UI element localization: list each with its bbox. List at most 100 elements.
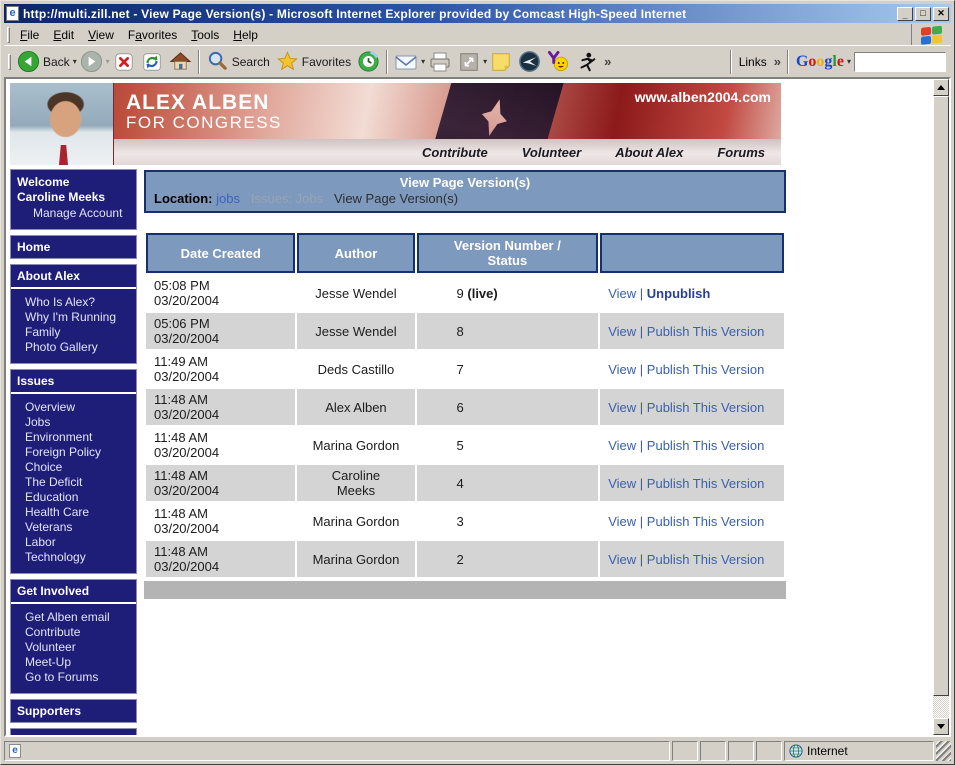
google-logo[interactable]: Google: [796, 53, 844, 71]
print-button[interactable]: [425, 49, 455, 75]
column-header-date-created: Date Created: [146, 233, 295, 273]
action-link-view[interactable]: View: [608, 362, 636, 377]
banner-nav-about-alex[interactable]: About Alex: [615, 145, 683, 160]
status-message-pane: e: [4, 741, 670, 761]
action-link-view[interactable]: View: [608, 476, 636, 491]
sidebar-item-contribute[interactable]: Contribute: [25, 625, 132, 640]
minimize-button[interactable]: _: [897, 7, 913, 21]
scrollbar-thumb[interactable]: [933, 96, 949, 696]
sidebar-item-overview[interactable]: Overview: [25, 400, 132, 415]
toolbar-overflow-chevron[interactable]: »: [601, 54, 614, 69]
sidebar-item-photo-gallery[interactable]: Photo Gallery: [25, 340, 132, 355]
toolbar-grip[interactable]: [7, 27, 10, 43]
vertical-scrollbar[interactable]: [933, 79, 949, 735]
sidebar-item-family[interactable]: Family: [25, 325, 132, 340]
action-link-publish-this-version[interactable]: Publish This Version: [647, 362, 765, 377]
links-overflow-chevron[interactable]: »: [771, 54, 784, 69]
sidebar-item-labor[interactable]: Labor: [25, 535, 132, 550]
sidebar-item-health-care[interactable]: Health Care: [25, 505, 132, 520]
sidebar-header-get-involved[interactable]: Get Involved: [11, 580, 136, 602]
sidebar-header-about-alex[interactable]: About Alex: [11, 265, 136, 287]
sidebar-header-supporters[interactable]: Supporters: [11, 700, 136, 722]
refresh-button[interactable]: [138, 49, 166, 75]
sidebar-item-volunteer[interactable]: Volunteer: [25, 640, 132, 655]
sidebar-item-choice[interactable]: Choice: [25, 460, 132, 475]
column-header-version-number-status: Version Number / Status: [417, 233, 599, 273]
home-button[interactable]: [166, 48, 195, 75]
action-link-publish-this-version[interactable]: Publish This Version: [647, 476, 765, 491]
scroll-up-button[interactable]: [933, 79, 949, 96]
main-content: View Page Version(s) Location: jobs : Is…: [144, 169, 786, 599]
sidebar-header-press-room[interactable]: Press Room: [11, 729, 136, 735]
favorites-button[interactable]: Favorites: [273, 48, 354, 75]
action-link-publish-this-version[interactable]: Publish This Version: [647, 438, 765, 453]
sidebar-item-meet-up[interactable]: Meet-Up: [25, 655, 132, 670]
banner-nav-contribute[interactable]: Contribute: [422, 145, 488, 160]
sidebar-item-jobs[interactable]: Jobs: [25, 415, 132, 430]
google-dropdown[interactable]: ▾: [847, 57, 851, 66]
yahoo-messenger-button[interactable]: [544, 48, 573, 75]
banner-nav-forums[interactable]: Forums: [717, 145, 765, 160]
sidebar-item-the-deficit[interactable]: The Deficit: [25, 475, 132, 490]
status-pane: [728, 741, 754, 761]
menu-view[interactable]: View: [81, 26, 121, 44]
action-link-publish-this-version[interactable]: Publish This Version: [647, 514, 765, 529]
action-link-unpublish[interactable]: Unpublish: [647, 286, 711, 301]
back-icon: [17, 50, 40, 73]
table-row: 11:48 AM 03/20/2004Marina Gordon5View | …: [146, 427, 784, 463]
cell-date-created: 11:48 AM 03/20/2004: [146, 541, 295, 577]
sidebar-item-go-to-forums[interactable]: Go to Forums: [25, 670, 132, 685]
breadcrumb-label: Location:: [154, 191, 213, 206]
notes-button[interactable]: [487, 49, 515, 75]
sidebar-item-environment[interactable]: Environment: [25, 430, 132, 445]
breadcrumb-link-jobs[interactable]: jobs: [216, 191, 240, 206]
breadcrumb-current: View Page Version(s): [334, 191, 458, 206]
sidebar-item-education[interactable]: Education: [25, 490, 132, 505]
sidebar-item-why-i-m-running[interactable]: Why I'm Running: [25, 310, 132, 325]
table-row: 11:48 AM 03/20/2004Alex Alben6View | Pub…: [146, 389, 784, 425]
action-link-view[interactable]: View: [608, 552, 636, 567]
action-link-view[interactable]: View: [608, 438, 636, 453]
resize-grip[interactable]: [936, 741, 951, 761]
toolbar-grip-2[interactable]: [8, 54, 11, 70]
back-button[interactable]: Back: [14, 48, 73, 75]
menu-file[interactable]: File: [13, 26, 46, 44]
menu-favorites[interactable]: Favorites: [121, 26, 184, 44]
refresh-icon: [141, 51, 163, 73]
action-link-view[interactable]: View: [608, 514, 636, 529]
maximize-button[interactable]: □: [915, 7, 931, 21]
sidebar-header-issues[interactable]: Issues: [11, 370, 136, 392]
sidebar-header-home[interactable]: Home: [11, 236, 136, 258]
menu-help[interactable]: Help: [226, 26, 265, 44]
forward-button[interactable]: [77, 48, 106, 75]
menu-edit[interactable]: Edit: [46, 26, 81, 44]
sidebar-item-get-alben-email[interactable]: Get Alben email: [25, 610, 132, 625]
banner-nav-volunteer[interactable]: Volunteer: [522, 145, 581, 160]
action-link-publish-this-version[interactable]: Publish This Version: [647, 400, 765, 415]
action-link-publish-this-version[interactable]: Publish This Version: [647, 324, 765, 339]
forward-icon: [80, 50, 103, 73]
manage-account-link[interactable]: Manage Account: [17, 205, 130, 221]
action-link-view[interactable]: View: [608, 324, 636, 339]
action-link-view[interactable]: View: [608, 400, 636, 415]
google-search-input[interactable]: [854, 52, 946, 72]
edit-button[interactable]: [455, 49, 483, 75]
sidebar-section-press-room: Press RoomNews ArticlesPress ReleasesPre…: [10, 728, 137, 735]
close-button[interactable]: ✕: [933, 7, 949, 21]
search-button[interactable]: Search: [203, 48, 273, 75]
scroll-down-button[interactable]: [933, 718, 949, 735]
history-button[interactable]: [354, 48, 383, 75]
menu-tools[interactable]: Tools: [184, 26, 226, 44]
action-link-publish-this-version[interactable]: Publish This Version: [647, 552, 765, 567]
mail-button[interactable]: [391, 49, 421, 75]
sidebar-item-who-is-alex[interactable]: Who Is Alex?: [25, 295, 132, 310]
aim-button[interactable]: [573, 49, 601, 75]
action-link-view[interactable]: View: [608, 286, 636, 301]
sidebar-item-foreign-policy[interactable]: Foreign Policy: [25, 445, 132, 460]
sidebar-item-technology[interactable]: Technology: [25, 550, 132, 565]
stop-button[interactable]: [110, 49, 138, 75]
links-bar-label[interactable]: Links: [735, 55, 771, 69]
toolbar-separator: [386, 50, 388, 74]
sidebar-item-veterans[interactable]: Veterans: [25, 520, 132, 535]
travel-button[interactable]: [515, 48, 544, 75]
